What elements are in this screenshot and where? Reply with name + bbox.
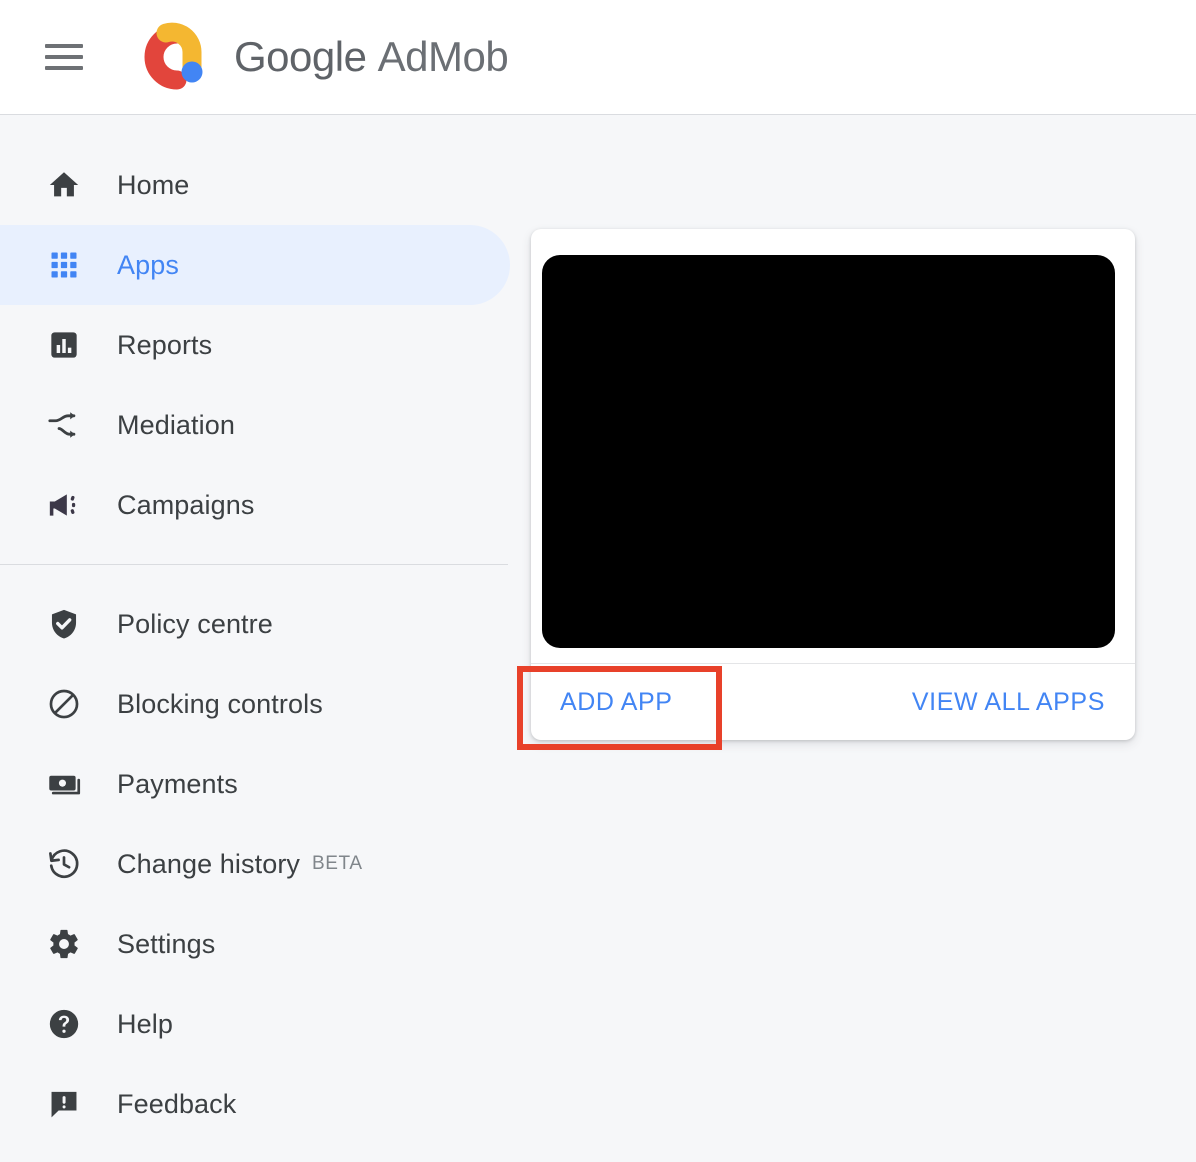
sidebar-item-feedback[interactable]: Feedback xyxy=(0,1064,510,1144)
sidebar-item-blocking-controls[interactable]: Blocking controls xyxy=(0,664,510,744)
help-circle-icon xyxy=(45,1005,83,1043)
sidebar-item-label: Mediation xyxy=(117,409,235,440)
sidebar-item-payments[interactable]: Payments xyxy=(0,744,510,824)
beta-badge: BETA xyxy=(312,853,363,874)
sidebar-item-label: Feedback xyxy=(117,1088,237,1119)
apps-grid-icon xyxy=(45,246,83,284)
sidebar-divider xyxy=(0,564,508,565)
sidebar-item-change-history[interactable]: Change history BETA xyxy=(0,824,510,904)
card-actions-row: ADD APP VIEW ALL APPS xyxy=(531,664,1135,740)
brand-product: AdMob xyxy=(377,33,509,80)
sidebar-item-settings[interactable]: Settings xyxy=(0,904,510,984)
bar-chart-icon xyxy=(45,326,83,364)
sidebar-item-mediation[interactable]: Mediation xyxy=(0,385,510,465)
sidebar-item-campaigns[interactable]: Campaigns xyxy=(0,465,510,545)
hamburger-menu-icon[interactable] xyxy=(45,44,83,70)
history-clock-icon xyxy=(45,845,83,883)
home-icon xyxy=(45,166,83,204)
sidebar-item-home[interactable]: Home xyxy=(0,145,510,225)
admob-logo-icon xyxy=(130,20,208,94)
gear-icon xyxy=(45,925,83,963)
menu-bar-2 xyxy=(45,55,83,59)
sidebar-item-policy-centre[interactable]: Policy centre xyxy=(0,584,510,664)
shield-check-icon xyxy=(45,605,83,643)
sidebar-item-label: Blocking controls xyxy=(117,688,323,719)
menu-bar-3 xyxy=(45,66,83,70)
app-header: Google AdMob xyxy=(0,0,1196,115)
sidebar: Home Apps Reports Mediation Campaigns Po… xyxy=(0,116,510,1162)
sidebar-item-label: Home xyxy=(117,169,190,200)
sidebar-item-help[interactable]: Help xyxy=(0,984,510,1064)
megaphone-icon xyxy=(45,486,83,524)
sidebar-item-reports[interactable]: Reports xyxy=(0,305,510,385)
feedback-icon xyxy=(45,1085,83,1123)
menu-bar-1 xyxy=(45,44,83,48)
sidebar-item-label: Help xyxy=(117,1008,173,1039)
sidebar-item-label: Payments xyxy=(117,768,238,799)
page-title: Google AdMob xyxy=(234,33,509,81)
apps-summary-card: ADD APP VIEW ALL APPS xyxy=(531,229,1135,740)
mediation-arrows-icon xyxy=(45,406,83,444)
sidebar-item-label: Change history xyxy=(117,848,301,879)
brand-google: Google xyxy=(234,33,367,80)
sidebar-item-label: Campaigns xyxy=(117,489,255,520)
sidebar-item-label: Apps xyxy=(117,249,179,280)
sidebar-item-label: Settings xyxy=(117,928,216,959)
banknotes-icon xyxy=(45,765,83,803)
block-circle-icon xyxy=(45,685,83,723)
sidebar-item-label: Reports xyxy=(117,329,213,360)
sidebar-item-apps[interactable]: Apps xyxy=(0,225,510,305)
app-preview-area xyxy=(542,255,1115,648)
sidebar-item-label: Policy centre xyxy=(117,608,273,639)
view-all-apps-button[interactable]: VIEW ALL APPS xyxy=(912,688,1105,717)
add-app-button[interactable]: ADD APP xyxy=(560,688,673,717)
